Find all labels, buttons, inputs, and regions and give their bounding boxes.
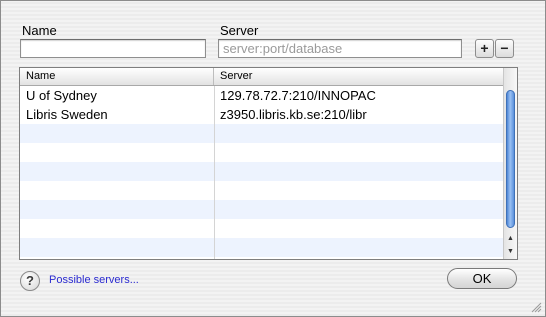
empty-row[interactable] (20, 124, 504, 143)
server-input[interactable] (218, 39, 462, 58)
vertical-scrollbar[interactable]: ▲ ▼ (503, 68, 517, 259)
resize-grip-icon[interactable] (530, 301, 542, 313)
server-settings-window: Name Server + − Name Server U of Sydney … (0, 0, 546, 317)
column-divider (214, 86, 215, 259)
empty-row[interactable] (20, 162, 504, 181)
column-header-server[interactable]: Server (214, 68, 504, 85)
server-label: Server (220, 23, 259, 38)
empty-row[interactable] (20, 200, 504, 219)
table-body: U of Sydney 129.78.72.7:210/INNOPAC Libr… (20, 86, 504, 257)
scroll-down-icon[interactable]: ▼ (504, 245, 517, 258)
possible-servers-link[interactable]: Possible servers... (49, 274, 139, 286)
empty-row[interactable] (20, 181, 504, 200)
cell-name: U of Sydney (26, 88, 97, 103)
table-row[interactable]: Libris Sweden z3950.libris.kb.se:210/lib… (20, 105, 504, 124)
name-input[interactable] (20, 39, 206, 58)
empty-row[interactable] (20, 219, 504, 238)
scroll-thumb[interactable] (506, 90, 515, 228)
cell-server: 129.78.72.7:210/INNOPAC (220, 88, 376, 103)
column-header-name[interactable]: Name (20, 68, 214, 85)
add-server-button[interactable]: + (475, 39, 494, 58)
scroll-up-icon[interactable]: ▲ (504, 232, 517, 245)
table-row[interactable]: U of Sydney 129.78.72.7:210/INNOPAC (20, 86, 504, 105)
name-label: Name (22, 23, 57, 38)
cell-server: z3950.libris.kb.se:210/libr (220, 107, 367, 122)
help-button[interactable]: ? (20, 271, 40, 291)
servers-table: Name Server U of Sydney 129.78.72.7:210/… (19, 67, 518, 260)
empty-row[interactable] (20, 238, 504, 257)
table-header: Name Server (20, 68, 504, 86)
remove-server-button[interactable]: − (495, 39, 514, 58)
cell-name: Libris Sweden (26, 107, 108, 122)
empty-row[interactable] (20, 143, 504, 162)
ok-button[interactable]: OK (447, 268, 517, 289)
